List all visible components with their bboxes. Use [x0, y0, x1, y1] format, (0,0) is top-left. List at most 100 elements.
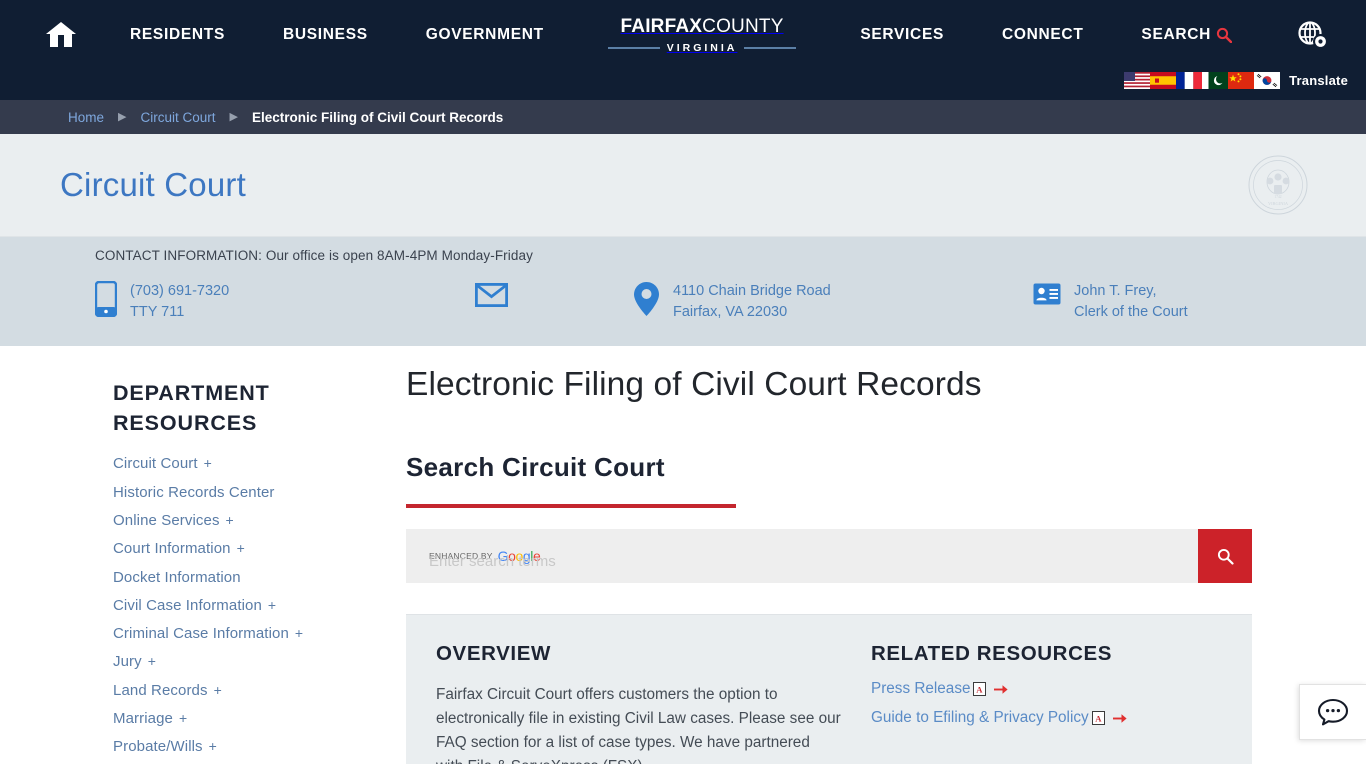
flag-spain-icon[interactable]: [1150, 72, 1177, 89]
sidebar-item-court-information[interactable]: Court Information +: [113, 540, 340, 558]
brand-wordmark: FAIRFAXCOUNTY: [608, 17, 797, 36]
nav-item-services[interactable]: SERVICES: [860, 26, 944, 44]
search-input[interactable]: [429, 553, 1142, 570]
contact-phone-text[interactable]: (703) 691-7320 TTY 711: [130, 281, 229, 322]
sidebar-link-label[interactable]: Historic Records Center: [113, 484, 275, 501]
breadcrumb-item-circuit-court[interactable]: Circuit Court: [140, 110, 215, 125]
expand-icon[interactable]: +: [214, 682, 222, 698]
breadcrumb: Home ▶ Circuit Court ▶ Electronic Filing…: [0, 100, 1366, 134]
overview-body: Fairfax Circuit Court offers customers t…: [436, 686, 841, 764]
flag-south-korea-icon[interactable]: [1254, 72, 1281, 89]
sidebar-link-label[interactable]: Jury: [113, 653, 142, 670]
contact-phone[interactable]: (703) 691-7320 TTY 711: [95, 281, 383, 322]
contact-address[interactable]: 4110 Chain Bridge Road Fairfax, VA 22030: [633, 281, 1033, 322]
expand-icon[interactable]: +: [209, 738, 217, 754]
contact-clerk-title: Clerk of the Court: [1074, 303, 1188, 320]
breadcrumb-separator-icon: ▶: [118, 110, 127, 123]
svg-text:VIRGINIA: VIRGINIA: [1268, 201, 1289, 206]
search-field-wrapper[interactable]: ENHANCED BY Google: [406, 529, 1198, 583]
contact-clerk-text[interactable]: John T. Frey, Clerk of the Court: [1074, 281, 1188, 322]
envelope-icon: [475, 283, 508, 307]
contact-heading: CONTACT INFORMATION: Our office is open …: [95, 248, 533, 263]
contact-clerk[interactable]: John T. Frey, Clerk of the Court: [1033, 281, 1188, 322]
sidebar-item-criminal-case-information[interactable]: Criminal Case Information +: [113, 625, 340, 643]
arrow-right-icon: [1112, 713, 1127, 723]
search-submit-button[interactable]: [1198, 529, 1252, 583]
settings-globe-container: [1290, 20, 1336, 50]
pdf-icon: A: [973, 682, 987, 696]
breadcrumb-separator-icon: ▶: [229, 110, 238, 123]
search-section-heading: Search Circuit Court: [406, 452, 665, 482]
sidebar-link-label[interactable]: Probate/Wills: [113, 738, 203, 755]
flag-france-icon[interactable]: [1176, 72, 1203, 89]
sidebar-link-label[interactable]: Land Records: [113, 682, 208, 699]
flag-united-states-icon[interactable]: [1124, 72, 1151, 89]
brand-rule-left: [607, 47, 660, 49]
site-logo[interactable]: FAIRFAXCOUNTY VIRGINIA: [602, 17, 803, 54]
sidebar-item-circuit-court[interactable]: Circuit Court +: [113, 455, 340, 473]
expand-icon[interactable]: +: [295, 625, 303, 641]
brand-virginia: VIRGINIA: [666, 41, 738, 54]
expand-icon[interactable]: +: [148, 653, 156, 669]
nav-item-government[interactable]: GOVERNMENT: [426, 26, 544, 44]
brand-county: COUNTY: [702, 15, 784, 37]
contact-information-band: CONTACT INFORMATION: Our office is open …: [0, 237, 1366, 346]
overview-column: OVERVIEW Fairfax Circuit Court offers cu…: [436, 642, 841, 764]
sidebar-item-jury[interactable]: Jury +: [113, 653, 340, 671]
related-link-guide-to-efiling[interactable]: Guide to Efiling & Privacy Policy: [871, 709, 1089, 727]
nav-item-business[interactable]: BUSINESS: [283, 26, 368, 44]
translate-label[interactable]: Translate: [1289, 73, 1348, 88]
department-title-band: Circuit Court VIRGINIA 1742: [0, 134, 1366, 237]
primary-nav: RESIDENTS BUSINESS GOVERNMENT FAIRFAXCOU…: [78, 17, 1348, 54]
heading-underline: [406, 504, 736, 508]
overview-card: OVERVIEW Fairfax Circuit Court offers cu…: [406, 614, 1252, 764]
expand-icon[interactable]: +: [179, 710, 187, 726]
breadcrumb-item-current: Electronic Filing of Civil Court Records: [251, 109, 504, 125]
sidebar-item-historic-records-center[interactable]: Historic Records Center: [113, 484, 340, 502]
contact-phone-number: (703) 691-7320: [130, 283, 230, 299]
contact-address-text[interactable]: 4110 Chain Bridge Road Fairfax, VA 22030: [673, 281, 831, 322]
svg-text:A: A: [977, 684, 984, 694]
sidebar-item-land-records[interactable]: Land Records +: [113, 682, 340, 700]
sidebar-link-label[interactable]: Online Services: [113, 512, 220, 529]
flag-pakistan-icon[interactable]: [1202, 72, 1229, 89]
sidebar-title: DEPARTMENT RESOURCES: [113, 381, 270, 435]
sidebar-link-label[interactable]: Circuit Court: [113, 455, 198, 472]
expand-icon[interactable]: +: [268, 597, 276, 613]
language-settings-button[interactable]: [1297, 20, 1329, 50]
brand-subline: VIRGINIA: [607, 41, 797, 54]
search-form: ENHANCED BY Google: [406, 529, 1252, 583]
sidebar-item-docket-information[interactable]: Docket Information: [113, 569, 340, 587]
expand-icon[interactable]: +: [237, 540, 245, 556]
contact-items-row: (703) 691-7320 TTY 711 4110 Chain Bridge…: [0, 281, 1366, 322]
related-resource-item[interactable]: Guide to Efiling & Privacy Policy A: [871, 709, 1222, 727]
flag-china-icon[interactable]: [1228, 72, 1255, 89]
breadcrumb-item-home[interactable]: Home: [68, 110, 104, 125]
related-link-press-release[interactable]: Press Release: [871, 680, 970, 698]
expand-icon[interactable]: +: [226, 512, 234, 528]
expand-icon[interactable]: +: [204, 455, 212, 471]
sidebar-item-probate-wills[interactable]: Probate/Wills +: [113, 738, 340, 756]
home-icon: [46, 22, 76, 47]
overview-heading: OVERVIEW: [436, 642, 551, 665]
sidebar-link-label[interactable]: Marriage: [113, 710, 173, 727]
sidebar-link-label[interactable]: Civil Case Information: [113, 597, 262, 614]
brand-rule-right: [744, 47, 797, 49]
sidebar-link-label[interactable]: Court Information: [113, 540, 231, 557]
related-resource-item[interactable]: Press Release A: [871, 680, 1222, 698]
sidebar-link-label[interactable]: Criminal Case Information: [113, 625, 289, 642]
nav-item-residents[interactable]: RESIDENTS: [130, 26, 225, 44]
sidebar-item-online-services[interactable]: Online Services +: [113, 512, 340, 530]
nav-item-connect[interactable]: CONNECT: [1002, 26, 1084, 44]
top-navigation-bar: RESIDENTS BUSINESS GOVERNMENT FAIRFAXCOU…: [0, 0, 1366, 100]
contact-email[interactable]: [383, 281, 633, 307]
nav-item-search[interactable]: SEARCH: [1141, 26, 1233, 44]
magnifier-icon: [1216, 27, 1233, 43]
sidebar: DEPARTMENT RESOURCES Circuit Court + Hist…: [0, 346, 340, 755]
sidebar-item-civil-case-information[interactable]: Civil Case Information +: [113, 597, 340, 615]
home-link[interactable]: [44, 20, 78, 50]
sidebar-link-label[interactable]: Docket Information: [113, 569, 241, 586]
sidebar-item-marriage[interactable]: Marriage +: [113, 710, 340, 728]
chat-widget-button[interactable]: [1299, 684, 1366, 740]
contact-address-line1: 4110 Chain Bridge Road: [673, 283, 831, 299]
